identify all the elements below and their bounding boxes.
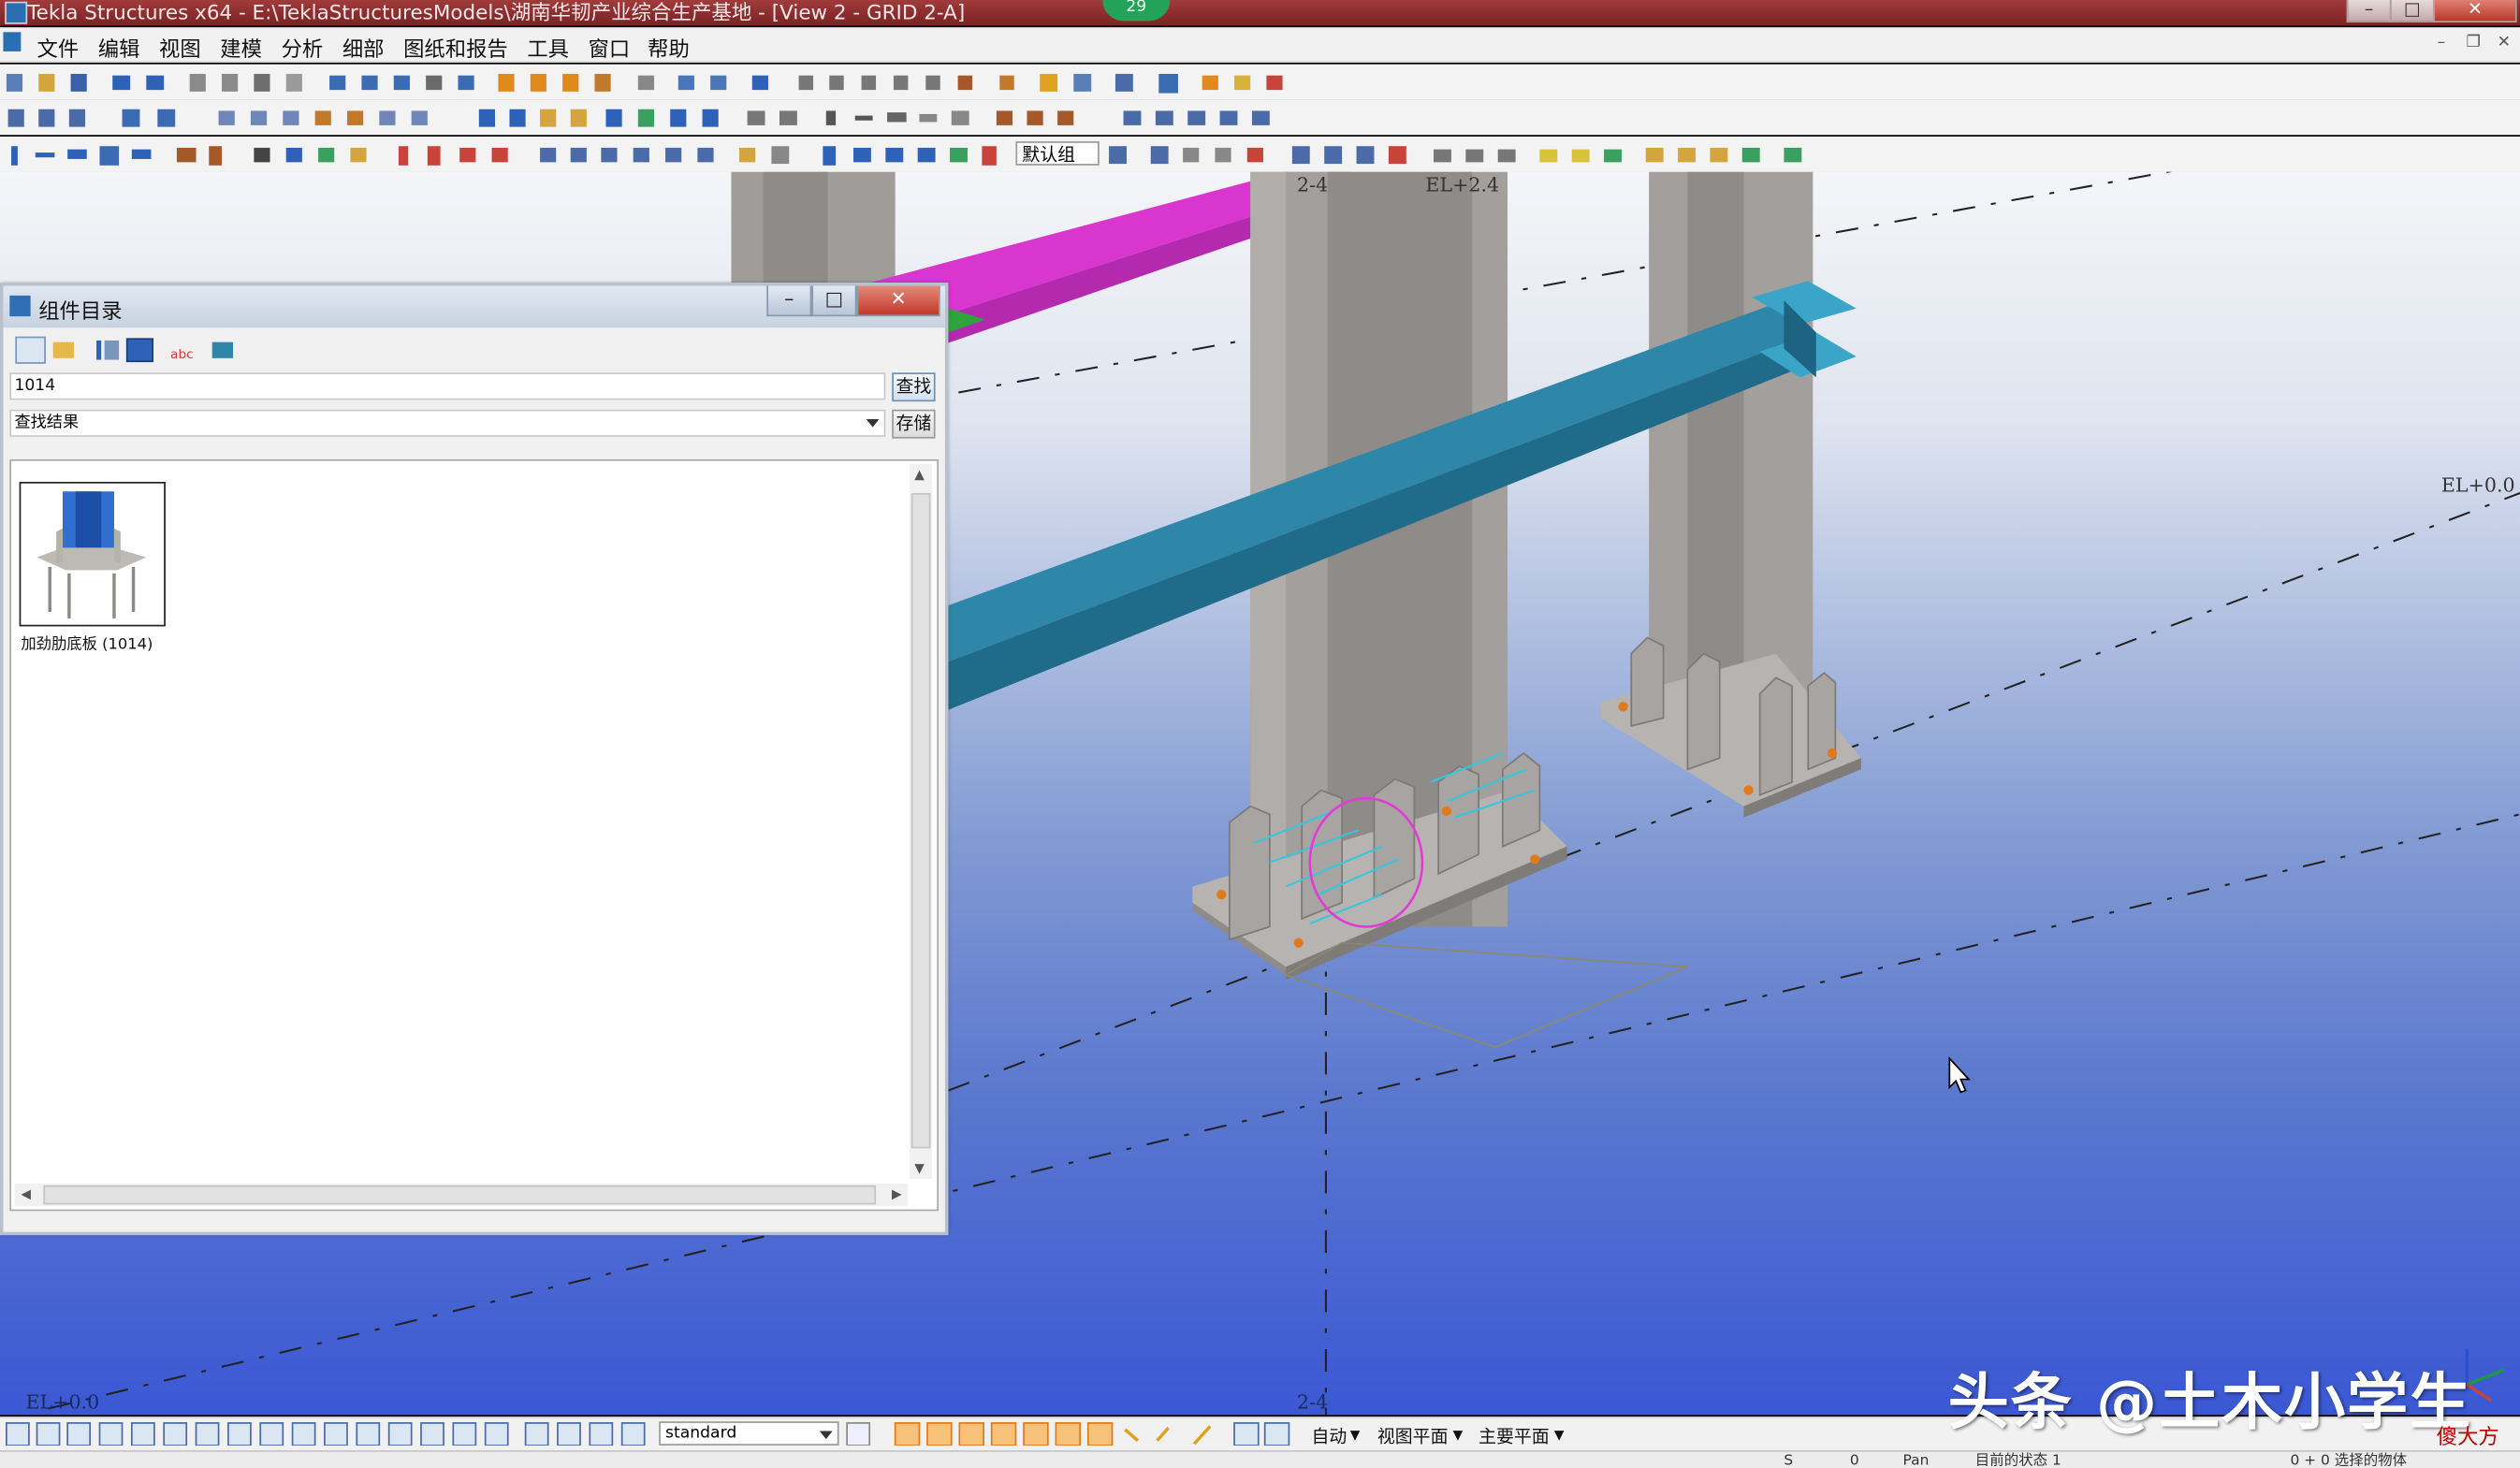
snap-icons[interactable] bbox=[844, 1421, 1302, 1446]
dialog-title-bar[interactable]: 组件目录 – □ ✕ bbox=[3, 285, 945, 328]
abc-sort-icon[interactable]: abc bbox=[170, 347, 194, 362]
tekla-app: Tekla Structures x64 - E:\TeklaStructure… bbox=[0, 0, 2520, 1468]
toolbar-row-3: 默认组 bbox=[0, 136, 2520, 174]
selection-filter-select[interactable]: standard bbox=[659, 1421, 839, 1446]
dialog-title: 组件目录 bbox=[38, 300, 123, 325]
work-plane-select[interactable]: 主要平面 bbox=[1478, 1423, 1550, 1448]
dialog-toolbar: abc bbox=[15, 336, 234, 364]
watermark: 头条 @土木小学生 bbox=[1947, 1366, 2472, 1438]
group-select-value: 默认组 bbox=[1022, 144, 1076, 166]
notification-badge: 29 bbox=[1102, 0, 1171, 22]
component-catalog-dialog: 组件目录 – □ ✕ abc 查找 查找结果 存储 bbox=[0, 283, 949, 1236]
snap-auto-select[interactable]: 自动 bbox=[1311, 1423, 1347, 1448]
thumbnail-view-icon[interactable] bbox=[125, 338, 154, 363]
minimize-button[interactable]: – bbox=[2346, 0, 2392, 23]
menu-file[interactable]: 文件 bbox=[37, 32, 80, 63]
mouse-cursor-icon bbox=[1948, 1056, 1971, 1094]
horizontal-scroll-thumb[interactable] bbox=[43, 1185, 877, 1205]
menu-help[interactable]: 帮助 bbox=[648, 32, 690, 63]
scroll-up-icon[interactable]: ▲ bbox=[914, 468, 925, 482]
elevation-label-right: EL+0.0 bbox=[2441, 473, 2515, 496]
list-view-icon[interactable] bbox=[96, 340, 120, 360]
menu-tools[interactable]: 工具 bbox=[527, 32, 569, 63]
mdi-close-icon[interactable]: ✕ bbox=[2493, 34, 2515, 53]
scroll-right-icon[interactable]: ▶ bbox=[892, 1187, 902, 1201]
dialog-maximize-button[interactable]: □ bbox=[811, 285, 857, 317]
grid-label-top: 2-4 bbox=[1297, 173, 1328, 196]
toolbar-icons-view[interactable] bbox=[3, 106, 1289, 130]
selection-switch-icons[interactable] bbox=[3, 1421, 654, 1446]
menu-drawings[interactable]: 图纸和报告 bbox=[403, 32, 508, 63]
menu-detailing[interactable]: 细部 bbox=[342, 32, 385, 63]
store-button[interactable]: 存储 bbox=[892, 409, 936, 439]
watermark-corner: 傻大方 bbox=[2436, 1426, 2499, 1451]
find-button[interactable]: 查找 bbox=[892, 372, 936, 402]
mdi-restore-icon[interactable]: ❐ bbox=[2462, 34, 2484, 53]
dropdown-arrow-icon bbox=[819, 1431, 833, 1440]
dropdown-arrow-icon[interactable]: ▼ bbox=[1350, 1428, 1361, 1442]
toolbar-icons-standard[interactable] bbox=[3, 71, 1304, 95]
status-selected: 0 + 0 选择的物体 bbox=[2290, 1453, 2408, 1468]
scroll-down-icon[interactable]: ▼ bbox=[914, 1161, 925, 1175]
folder-icon[interactable] bbox=[52, 342, 75, 358]
status-bar: S 0 Pan 目前的状态 1 0 + 0 选择的物体 bbox=[0, 1450, 2520, 1468]
horizontal-scrollbar[interactable]: ◀ ▶ bbox=[14, 1184, 909, 1207]
filter-icon[interactable] bbox=[211, 342, 234, 358]
search-mode-icon[interactable] bbox=[15, 336, 46, 364]
status-pan: Pan bbox=[1902, 1453, 1930, 1468]
stiffened-base-plate-icon bbox=[36, 491, 147, 618]
menu-analysis[interactable]: 分析 bbox=[282, 32, 324, 63]
menu-window[interactable]: 窗口 bbox=[589, 32, 631, 63]
dialog-close-button[interactable]: ✕ bbox=[856, 285, 940, 317]
toolbar-icons-filter[interactable] bbox=[1106, 143, 1814, 167]
close-button[interactable]: ✕ bbox=[2433, 0, 2517, 23]
dropdown-arrow-icon bbox=[866, 419, 880, 428]
app-icon bbox=[5, 1, 28, 24]
scroll-left-icon[interactable]: ◀ bbox=[21, 1187, 31, 1201]
mdi-minimize-icon[interactable]: – bbox=[2430, 34, 2453, 53]
result-group-value: 查找结果 bbox=[14, 414, 80, 432]
view-plane-select[interactable]: 视图平面 bbox=[1377, 1423, 1449, 1448]
component-thumbnail[interactable] bbox=[19, 481, 166, 627]
selection-filter-value: standard bbox=[665, 1424, 737, 1443]
document-icon bbox=[3, 32, 22, 51]
menu-bar: 文件 编辑 视图 建模 分析 细部 图纸和报告 工具 窗口 帮助 – ❐ ✕ bbox=[0, 27, 2520, 63]
toolbar-icons-modeling[interactable] bbox=[3, 143, 1015, 167]
results-panel: 加劲肋底板 (1014) ▲ ▼ ◀ ▶ bbox=[9, 458, 940, 1212]
maximize-button[interactable]: □ bbox=[2389, 0, 2436, 23]
status-state: 目前的状态 1 bbox=[1974, 1453, 2061, 1468]
title-bar: Tekla Structures x64 - E:\TeklaStructure… bbox=[0, 0, 2520, 26]
toolbar-row-2 bbox=[0, 99, 2520, 136]
catalog-icon bbox=[9, 295, 31, 317]
menu-edit[interactable]: 编辑 bbox=[98, 32, 140, 63]
vertical-scrollbar[interactable]: ▲ ▼ bbox=[910, 464, 933, 1179]
group-select[interactable]: 默认组 bbox=[1015, 141, 1100, 166]
toolbar-row-1 bbox=[0, 64, 2520, 100]
elevation-label-top: EL+2.4 bbox=[1425, 173, 1499, 196]
dropdown-arrow-icon[interactable]: ▼ bbox=[1453, 1428, 1464, 1442]
result-group-select[interactable]: 查找结果 bbox=[9, 409, 886, 437]
menu-view[interactable]: 视图 bbox=[159, 32, 201, 63]
component-label: 加劲肋底板 (1014) bbox=[21, 635, 153, 654]
status-zero: 0 bbox=[1849, 1453, 1859, 1468]
dropdown-arrow-icon[interactable]: ▼ bbox=[1554, 1428, 1565, 1442]
status-s: S bbox=[1784, 1453, 1794, 1468]
dialog-minimize-button[interactable]: – bbox=[766, 285, 812, 317]
menu-model[interactable]: 建模 bbox=[220, 32, 262, 63]
grid-label-bottom: 2-4 bbox=[1297, 1390, 1328, 1413]
elevation-label-left: EL+0.0 bbox=[25, 1390, 99, 1413]
window-title: Tekla Structures x64 - E:\TeklaStructure… bbox=[27, 0, 966, 24]
catalog-search-input[interactable] bbox=[9, 372, 886, 400]
vertical-scroll-thumb[interactable] bbox=[910, 492, 931, 1149]
